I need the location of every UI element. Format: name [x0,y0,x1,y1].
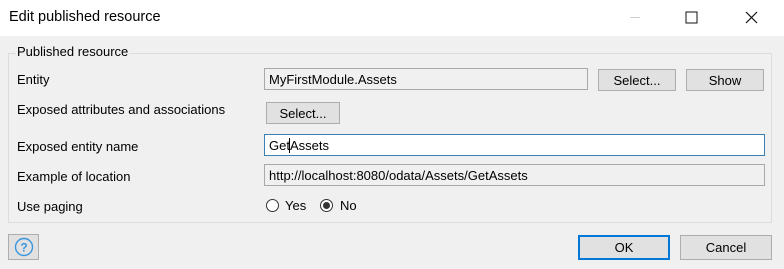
close-icon [745,11,757,23]
maximize-icon [685,11,697,23]
paging-no-radio[interactable] [320,199,333,212]
minimize-icon [630,17,640,18]
window-title: Edit published resource [9,9,161,25]
ok-button[interactable]: OK [578,235,670,260]
svg-text:?: ? [20,241,27,255]
location-field: http://localhost:8080/odata/Assets/GetAs… [264,164,765,186]
minimize-button[interactable] [612,0,658,34]
title-bar: Edit published resource [0,0,784,36]
entity-show-button[interactable]: Show [686,69,764,91]
text-cursor [289,138,290,153]
close-button[interactable] [728,0,774,34]
help-button[interactable]: ? [8,234,39,260]
entity-name-label: Exposed entity name [17,139,139,154]
location-label: Example of location [17,169,131,184]
group-title: Published resource [16,44,130,59]
entity-label: Entity [17,72,50,87]
entity-name-input[interactable]: GetAssets [264,134,765,156]
maximize-button[interactable] [668,0,714,34]
entity-field: MyFirstModule.Assets [264,68,588,90]
paging-no-label[interactable]: No [340,198,357,213]
help-icon: ? [14,237,33,257]
paging-yes-label[interactable]: Yes [285,198,306,213]
paging-yes-radio[interactable] [266,199,279,212]
cancel-button[interactable]: Cancel [680,235,772,260]
attributes-select-button[interactable]: Select... [266,102,340,124]
entity-select-button[interactable]: Select... [598,69,676,91]
paging-label: Use paging [17,199,83,214]
attributes-label: Exposed attributes and associations [17,102,226,117]
